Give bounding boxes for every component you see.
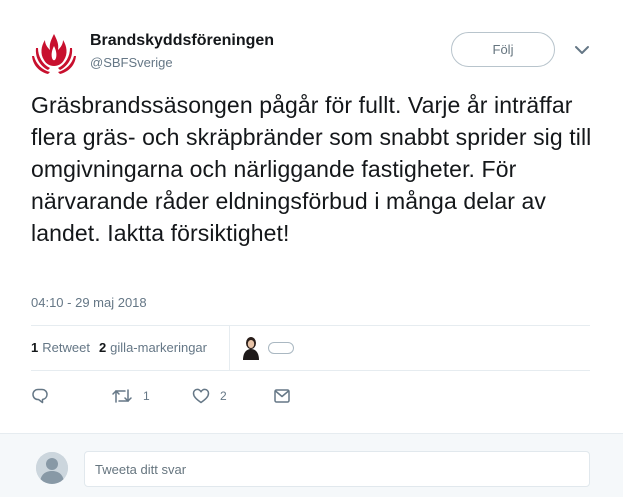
retweet-button[interactable]: 1 xyxy=(111,385,150,407)
account-avatar[interactable] xyxy=(30,28,78,76)
retweets-label: Retweet xyxy=(42,340,90,355)
flame-logo-icon xyxy=(30,28,78,76)
retweets-count: 1 xyxy=(31,340,39,355)
tweet-card: Brandskyddsföreningen @SBFSverige Följ G… xyxy=(0,0,623,433)
reply-input[interactable]: Tweeta ditt svar xyxy=(84,451,590,487)
reply-button[interactable] xyxy=(31,385,49,407)
retweet-icon xyxy=(112,389,132,403)
tweet-stats: 1 Retweet 2 gilla-markeringar xyxy=(31,340,216,355)
envelope-icon xyxy=(274,389,290,403)
chevron-down-icon[interactable] xyxy=(572,42,592,58)
stats-separator xyxy=(229,326,230,370)
divider xyxy=(31,370,590,371)
retweet-count: 1 xyxy=(143,389,150,403)
like-count: 2 xyxy=(220,389,227,403)
follow-button[interactable]: Följ xyxy=(451,32,555,67)
direct-message-button[interactable] xyxy=(273,385,291,407)
heart-icon xyxy=(192,388,210,404)
tweet-timestamp[interactable]: 04:10 - 29 maj 2018 xyxy=(31,295,147,310)
default-avatar-icon xyxy=(36,452,68,484)
likes-stat[interactable]: 2 gilla-markeringar xyxy=(99,340,207,355)
liker-avatar[interactable] xyxy=(240,336,262,360)
tweet-text: Gräsbrandssäsongen pågår för fullt. Varj… xyxy=(31,92,592,246)
account-handle[interactable]: @SBFSverige xyxy=(90,55,173,70)
retweets-stat[interactable]: 1 Retweet xyxy=(31,340,90,355)
reply-composer: Tweeta ditt svar xyxy=(0,433,623,497)
likes-count: 2 xyxy=(98,340,107,355)
divider xyxy=(31,325,590,326)
account-name[interactable]: Brandskyddsföreningen xyxy=(90,32,274,50)
like-button[interactable]: 2 xyxy=(192,385,227,407)
liker-avatar[interactable] xyxy=(268,342,294,354)
likes-label: gilla-markeringar xyxy=(110,340,207,355)
user-avatar xyxy=(36,452,68,484)
reply-icon xyxy=(32,388,48,404)
